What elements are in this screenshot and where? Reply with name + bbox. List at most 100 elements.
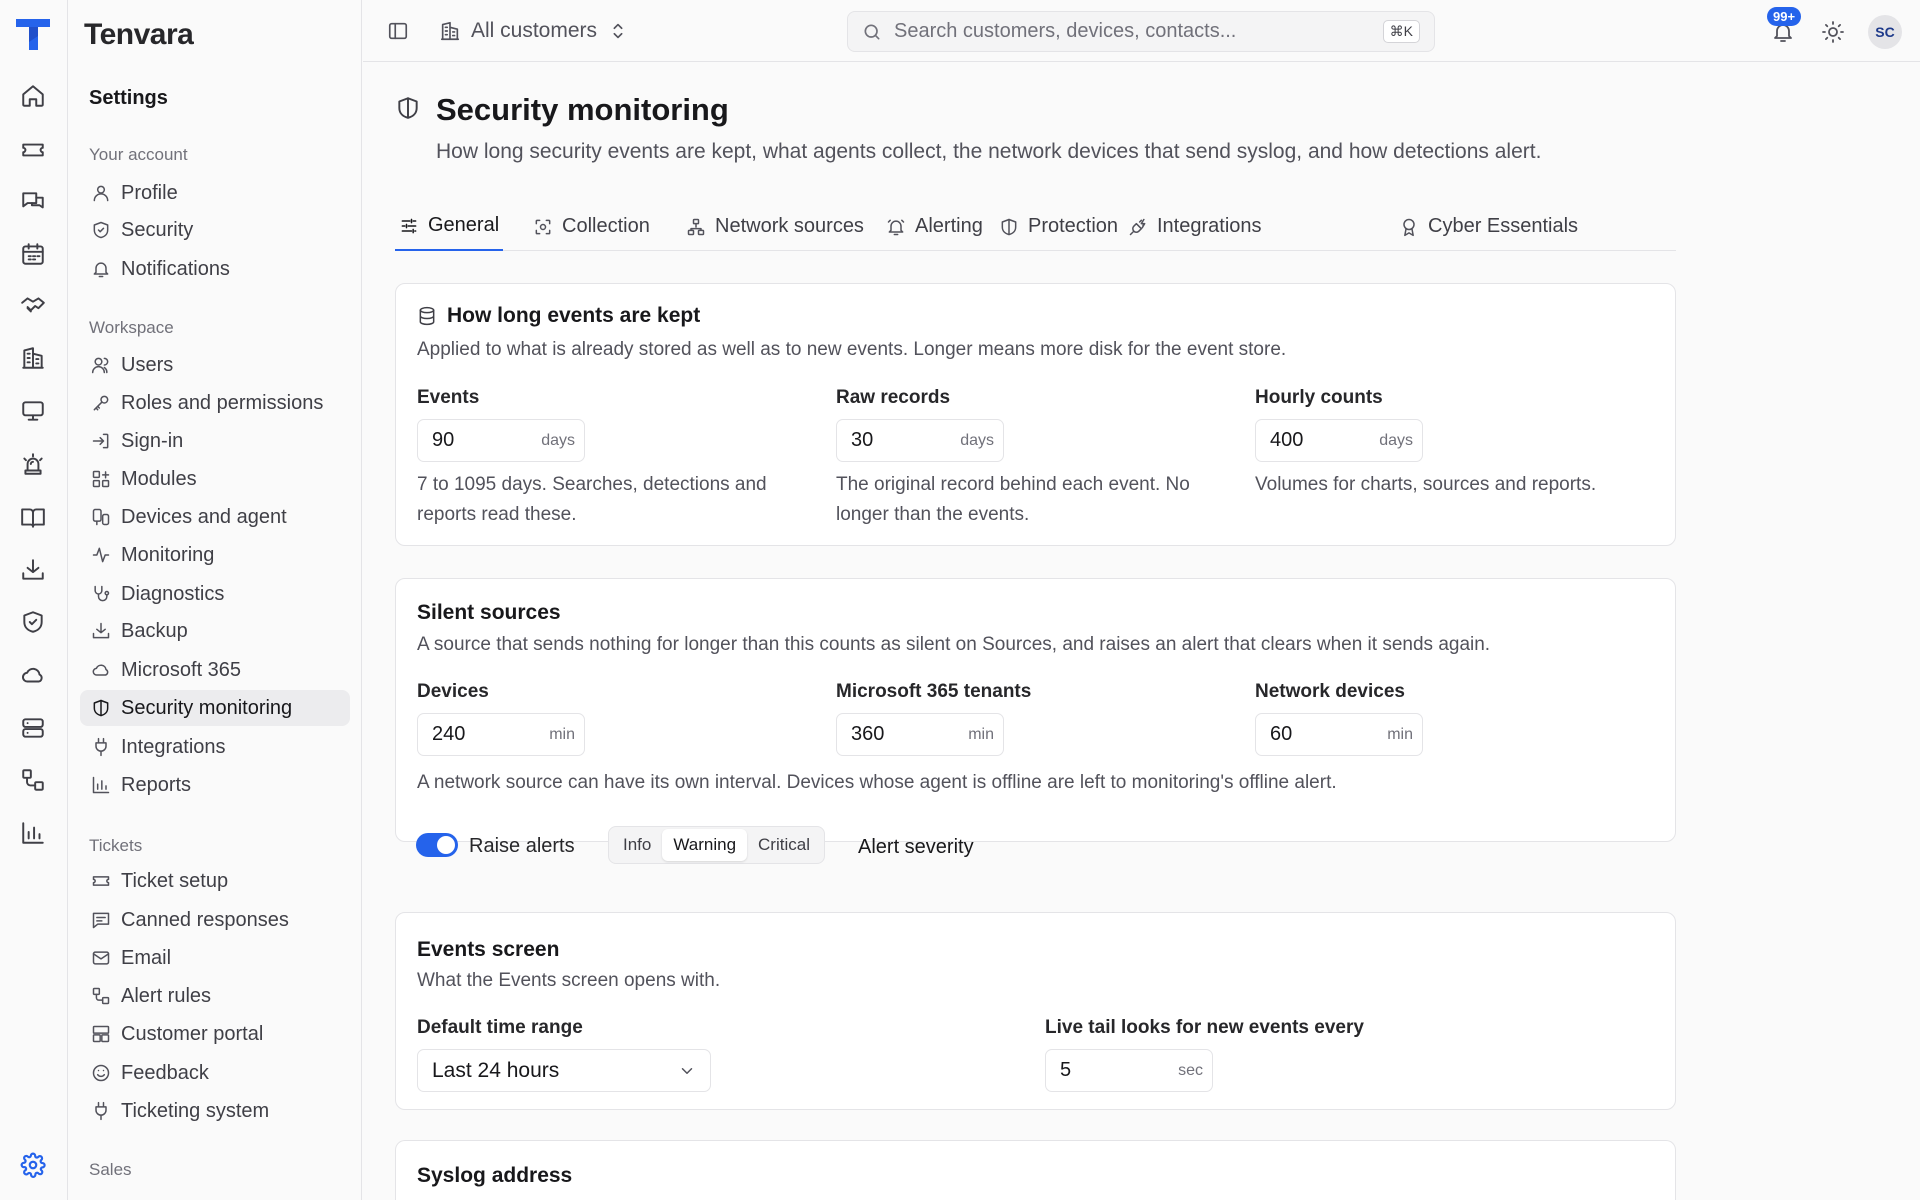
tab-general[interactable]: General [395,202,504,251]
shield-check-icon[interactable] [19,608,47,636]
group-sales: Sales [89,1160,132,1179]
cloud-icon[interactable] [19,661,47,689]
sidebar-item-label: Security [121,218,194,241]
live-tail-seconds-field[interactable]: sec [1045,1049,1213,1092]
sidebar-item-roles[interactable]: Roles and permissions [80,385,350,421]
user-icon [91,183,111,203]
tab-label: Alerting [915,215,983,237]
sidebar-item-ticket-setup[interactable]: Ticket setup [80,863,350,899]
monitor-icon[interactable] [19,397,47,425]
events-label: Events [417,387,480,408]
tab-cyber-essentials[interactable]: Cyber Essentials [1395,202,1582,251]
shield-check-icon [91,220,111,240]
sidebar-item-canned-responses[interactable]: Canned responses [80,902,350,938]
syslog-address-title: Syslog address [417,1164,573,1187]
server-icon[interactable] [19,714,47,742]
unit-label: days [541,431,575,449]
book-icon[interactable] [19,503,47,531]
building-icon [439,20,461,42]
default-time-range-select[interactable]: Last 24 hours [417,1049,711,1092]
tab-protection[interactable]: Protection [995,202,1122,251]
sidebar-item-email[interactable]: Email [80,940,350,976]
events-help: 7 to 1095 days. Searches, detections and… [417,470,767,530]
sidebar-item-devices[interactable]: Devices and agent [80,499,350,535]
alert-severity-segmented: Info Warning Critical [608,826,825,864]
sidebar-item-modules[interactable]: Modules [80,461,350,497]
retention-title: How long events are kept [417,304,700,328]
smile-icon [91,1063,111,1083]
raise-alerts-label: Raise alerts [469,835,575,857]
sidebar-item-security[interactable]: Security [80,212,350,248]
global-search[interactable]: ⌘K [847,11,1435,52]
plug-icon [91,737,111,757]
sidebar-item-integrations[interactable]: Integrations [80,729,350,765]
raw-records-label: Raw records [836,387,951,408]
tab-collection[interactable]: Collection [529,202,654,251]
unit-label: min [1387,725,1413,743]
sidebar-toggle-icon[interactable] [387,20,409,42]
download-tray-icon[interactable] [19,556,47,584]
siren-icon[interactable] [19,450,47,478]
raise-alerts-switch[interactable] [416,833,458,857]
sidebar-item-sign-in[interactable]: Sign-in [80,423,350,459]
network-devices-minutes-field[interactable]: min [1255,713,1423,756]
sidebar-item-reports[interactable]: Reports [80,767,350,803]
user-avatar[interactable]: SC [1868,15,1902,49]
bell-ring-icon [886,217,906,237]
sidebar-item-users[interactable]: Users [80,347,350,383]
customer-switcher[interactable]: All customers [439,16,629,46]
sidebar-item-label: Monitoring [121,543,215,566]
sidebar-item-label: Users [121,353,174,376]
sidebar-item-alert-rules[interactable]: Alert rules [80,978,350,1014]
sidebar-item-microsoft-365[interactable]: Microsoft 365 [80,652,350,688]
raw-records-days-field[interactable]: days [836,419,1004,462]
retention-card: How long events are kept Applied to what… [395,283,1676,546]
sidebar-item-security-monitoring[interactable]: Security monitoring [80,690,350,726]
notifications-badge: 99+ [1767,7,1802,26]
sidebar-item-customer-portal[interactable]: Customer portal [80,1016,350,1052]
sidebar-item-label: Security monitoring [121,696,293,719]
home-icon[interactable] [19,82,47,110]
unit-label: min [549,725,575,743]
tab-integrations[interactable]: Integrations [1124,202,1266,251]
m365-tenants-minutes-field[interactable]: min [836,713,1004,756]
sidebar-item-notifications[interactable]: Notifications [80,251,350,287]
severity-option-info[interactable]: Info [612,829,662,861]
hourly-counts-days-field[interactable]: days [1255,419,1423,462]
events-days-field[interactable]: days [417,419,585,462]
bar-chart-icon[interactable] [19,819,47,847]
tenvara-logo-icon[interactable] [14,16,52,52]
m365-tenants-minutes-input[interactable] [851,723,951,746]
network-devices-minutes-input[interactable] [1270,723,1370,746]
devices-minutes-input[interactable] [432,723,532,746]
sidebar-item-feedback[interactable]: Feedback [80,1055,350,1091]
workflow-icon[interactable] [19,766,47,794]
raw-records-help: The original record behind each event. N… [836,470,1190,530]
settings-title: Settings [89,87,168,109]
handshake-icon[interactable] [19,292,47,320]
sidebar-item-label: Sign-in [121,429,184,452]
theme-sun-icon[interactable] [1821,20,1845,44]
events-days-input[interactable] [432,429,532,452]
sidebar-item-diagnostics[interactable]: Diagnostics [80,576,350,612]
tab-alerting[interactable]: Alerting [882,202,987,251]
calendar-icon[interactable] [19,240,47,268]
tab-network-sources[interactable]: Network sources [682,202,868,251]
hourly-counts-days-input[interactable] [1270,429,1370,452]
sidebar-item-monitoring[interactable]: Monitoring [80,537,350,573]
sidebar-item-backup[interactable]: Backup [80,613,350,649]
ticket-icon[interactable] [19,136,47,164]
severity-option-critical[interactable]: Critical [747,829,821,861]
search-input[interactable] [894,20,1374,43]
severity-option-warning[interactable]: Warning [662,829,748,861]
building-icon[interactable] [19,344,47,372]
live-tail-seconds-input[interactable] [1060,1059,1160,1082]
raw-records-days-input[interactable] [851,429,951,452]
cloud-icon [91,660,111,680]
devices-minutes-field[interactable]: min [417,713,585,756]
sidebar-item-ticketing-system[interactable]: Ticketing system [80,1093,350,1129]
search-shortcut: ⌘K [1382,20,1420,43]
chat-icon[interactable] [19,188,47,216]
sidebar-item-profile[interactable]: Profile [80,175,350,211]
settings-gear-icon[interactable] [19,1151,47,1179]
